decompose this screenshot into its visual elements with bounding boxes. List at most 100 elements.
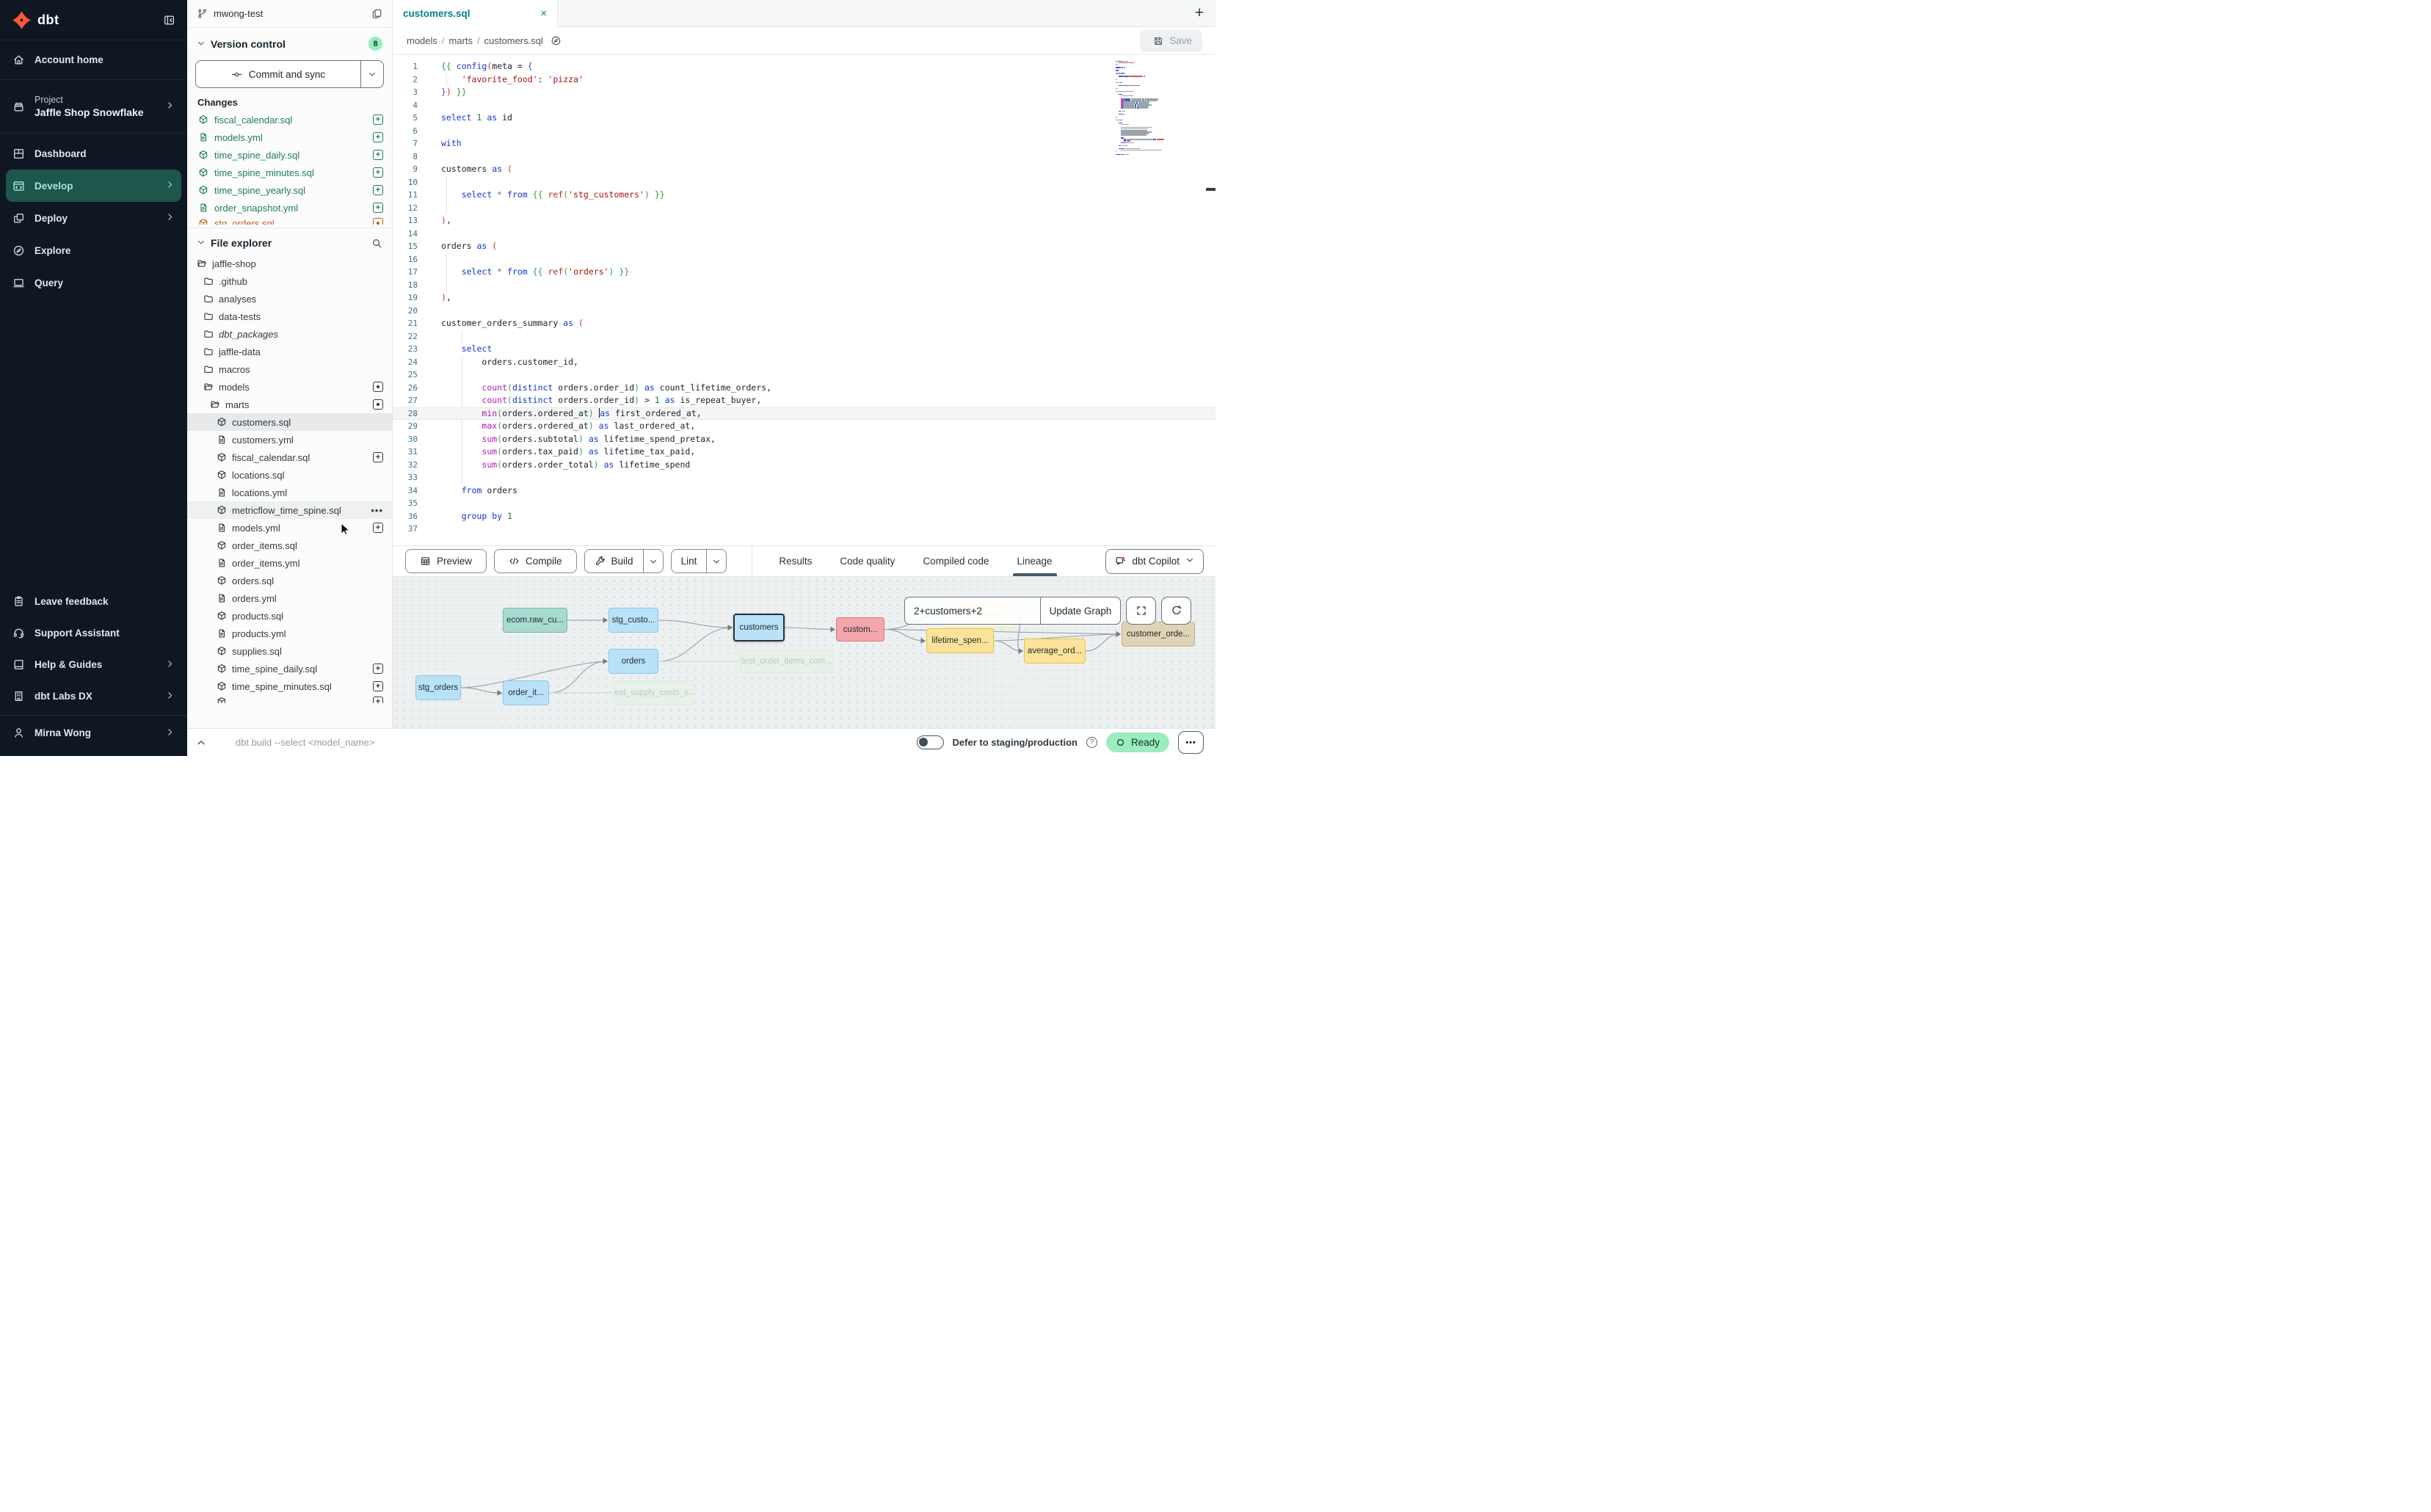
breadcrumb-file[interactable]: customers.sql <box>484 35 543 46</box>
sidebar-item-dashboard[interactable]: Dashboard <box>6 137 181 170</box>
sidebar-item-account-home[interactable]: Account home <box>0 40 187 80</box>
tree-item-orders.yml[interactable]: orders.yml <box>187 589 392 607</box>
tree-item-products.sql[interactable]: products.sql <box>187 607 392 625</box>
lineage-node-test_order_items[interactable]: test_order_items_com... <box>740 650 834 673</box>
refresh-button[interactable] <box>1161 597 1191 625</box>
save-button[interactable]: Save <box>1140 30 1202 52</box>
search-icon[interactable] <box>371 238 382 249</box>
sidebar-item-user[interactable]: Mirna Wong <box>6 717 181 749</box>
more-options-button[interactable]: ••• <box>1178 731 1204 754</box>
stage-plus-icon[interactable]: + <box>373 523 383 533</box>
sidebar-item-support-assistant[interactable]: Support Assistant <box>6 617 181 649</box>
lint-options-chevron[interactable] <box>706 550 726 573</box>
tree-item-customers.yml[interactable]: customers.yml <box>187 431 392 448</box>
command-input[interactable]: dbt build --select <model_name> <box>215 737 908 748</box>
tree-item-macros[interactable]: macros <box>187 360 392 378</box>
lineage-node-customers[interactable]: customers <box>733 614 785 641</box>
lineage-node-customer_orders_export[interactable]: customer_orde... <box>1122 622 1195 647</box>
tree-item-supplies.sql[interactable]: supplies.sql <box>187 642 392 660</box>
sidebar-item-develop[interactable]: Develop <box>6 170 181 202</box>
lineage-node-customer_x[interactable]: custom... <box>836 617 884 641</box>
minimap[interactable] <box>1116 61 1176 156</box>
lineage-node-order_items[interactable]: order_it... <box>503 680 549 705</box>
change-item[interactable]: fiscal_calendar.sql+ <box>187 111 392 128</box>
lint-button[interactable]: Lint <box>672 550 707 573</box>
sidebar-item-deploy[interactable]: Deploy <box>6 202 181 234</box>
scrollbar-thumb[interactable] <box>1206 188 1216 191</box>
lineage-node-stg_orders[interactable]: stg_orders <box>415 675 461 700</box>
defer-toggle[interactable] <box>917 735 944 749</box>
dbt-copilot-button[interactable]: dbt Copilot <box>1105 549 1204 574</box>
tree-item-.github[interactable]: .github <box>187 272 392 290</box>
lineage-selector-input[interactable]: 2+customers+2 <box>904 597 1040 625</box>
sidebar-item-project[interactable]: ProjectJaffle Shop Snowflake <box>0 80 187 134</box>
tree-item-metricflow_time_spine.sql[interactable]: metricflow_time_spine.sql••• <box>187 501 392 519</box>
change-item[interactable]: time_spine_daily.sql+ <box>187 146 392 164</box>
tree-item-orders.sql[interactable]: orders.sql <box>187 572 392 589</box>
tree-item-order_items.yml[interactable]: order_items.yml <box>187 554 392 572</box>
change-item[interactable]: order_snapshot.yml+ <box>187 199 392 217</box>
sidebar-item-query[interactable]: Query <box>6 266 181 299</box>
commit-options-chevron[interactable] <box>360 61 383 87</box>
change-item[interactable]: time_spine_minutes.sql+ <box>187 164 392 181</box>
stage-plus-icon[interactable]: + <box>373 681 383 691</box>
tree-item-marts[interactable]: marts <box>187 396 392 413</box>
version-control-header[interactable]: Version control 8 <box>187 28 392 55</box>
compass-icon[interactable] <box>550 35 562 46</box>
stage-plus-icon[interactable]: + <box>373 115 383 125</box>
new-tab-button[interactable]: + <box>1183 0 1216 26</box>
tree-item-customers.sql[interactable]: customers.sql <box>187 413 392 431</box>
modified-dot-icon[interactable] <box>373 399 383 410</box>
tree-item-time_spine_daily.sql[interactable]: time_spine_daily.sql+ <box>187 660 392 677</box>
lineage-node-lifetime[interactable]: lifetime_spen... <box>926 628 994 653</box>
update-graph-button[interactable]: Update Graph <box>1040 597 1121 625</box>
tree-item-models.yml[interactable]: models.yml+ <box>187 519 392 537</box>
tab-compiled-code[interactable]: Compiled code <box>923 546 989 576</box>
compile-button[interactable]: Compile <box>494 549 577 573</box>
commit-and-sync-button[interactable]: Commit and sync <box>195 60 384 88</box>
stage-plus-icon[interactable]: + <box>373 452 383 462</box>
tree-item-jaffle-data[interactable]: jaffle-data <box>187 343 392 360</box>
lineage-node-ecom[interactable]: ecom.raw_cu... <box>503 608 567 633</box>
chevron-up-icon[interactable] <box>196 738 206 748</box>
file-explorer-header[interactable]: File explorer <box>187 228 392 253</box>
tab-lineage[interactable]: Lineage <box>1017 546 1053 576</box>
modified-dot-icon[interactable] <box>373 218 383 225</box>
close-tab-icon[interactable]: × <box>540 7 547 20</box>
lineage-node-orders[interactable]: orders <box>608 649 658 674</box>
copy-icon[interactable] <box>371 8 382 19</box>
tree-item-order_items.sql[interactable]: order_items.sql <box>187 537 392 554</box>
change-item[interactable]: models.yml+ <box>187 128 392 146</box>
stage-plus-icon[interactable]: + <box>373 132 383 142</box>
tree-item-locations.sql[interactable]: locations.sql <box>187 466 392 484</box>
stage-plus-icon[interactable]: + <box>373 150 383 160</box>
stage-plus-icon[interactable]: + <box>373 167 383 178</box>
tab-customers-sql[interactable]: customers.sql × <box>393 0 558 27</box>
code-editor[interactable]: 1{{ config(meta = {2 'favorite_food': 'p… <box>393 55 1216 545</box>
tree-item[interactable]: + <box>187 695 392 703</box>
lineage-canvas[interactable]: ecom.raw_cu... stg_custo... customers custo… <box>393 576 1216 728</box>
change-item[interactable]: stg_orders.sql <box>187 217 392 225</box>
tree-item-analyses[interactable]: analyses <box>187 290 392 308</box>
lineage-node-test_supply[interactable]: test_supply_costs_s... <box>614 680 694 705</box>
tab-code-quality[interactable]: Code quality <box>840 546 895 576</box>
build-options-chevron[interactable] <box>643 550 663 573</box>
tree-item-dbt_packages[interactable]: dbt_packages <box>187 325 392 343</box>
stage-plus-icon[interactable]: + <box>373 203 383 213</box>
tree-item-models[interactable]: models <box>187 378 392 396</box>
fullscreen-button[interactable] <box>1126 597 1156 625</box>
breadcrumb-marts[interactable]: marts <box>449 35 473 46</box>
tree-item-locations.yml[interactable]: locations.yml <box>187 484 392 501</box>
sidebar-item-explore[interactable]: Explore <box>6 234 181 266</box>
change-item[interactable]: time_spine_yearly.sql+ <box>187 181 392 199</box>
collapse-sidebar-icon[interactable] <box>163 14 175 26</box>
lineage-node-stg_customers[interactable]: stg_custo... <box>608 608 658 633</box>
lineage-node-average[interactable]: average_ord... <box>1024 639 1086 664</box>
tree-item-jaffle-shop[interactable]: jaffle-shop <box>187 255 392 272</box>
stage-plus-icon[interactable]: + <box>373 185 383 195</box>
tree-item-data-tests[interactable]: data-tests <box>187 308 392 325</box>
item-menu-icon[interactable]: ••• <box>371 505 383 516</box>
help-icon[interactable]: ? <box>1086 737 1097 748</box>
modified-dot-icon[interactable] <box>373 382 383 392</box>
build-button[interactable]: Build <box>585 550 643 573</box>
